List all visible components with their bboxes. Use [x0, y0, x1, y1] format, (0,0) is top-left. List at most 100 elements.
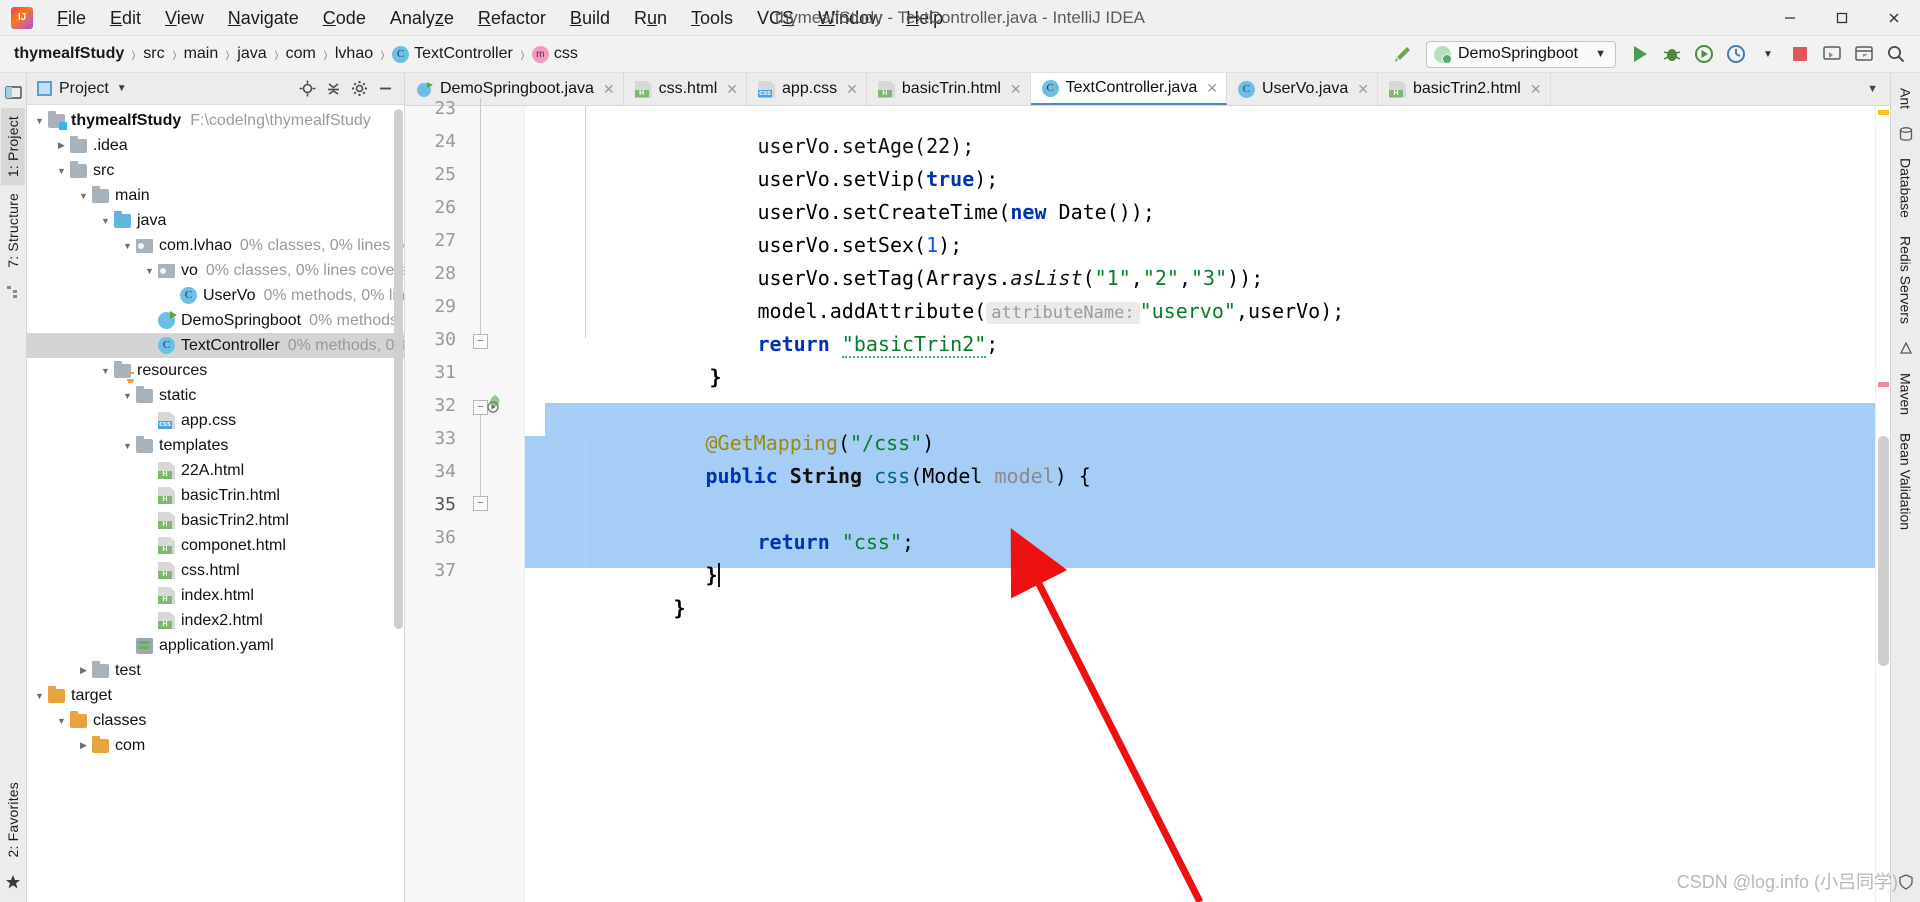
tree-item-main[interactable]: ▼ main	[27, 183, 404, 208]
chevron-down-icon[interactable]: ▼	[33, 116, 46, 126]
chevron-down-icon[interactable]: ▼	[143, 266, 156, 276]
sidebar-tab-project[interactable]: 1: Project	[1, 108, 25, 186]
tree-item-resources[interactable]: ▼ resources	[27, 358, 404, 383]
breadcrumb-item-lvhao[interactable]: lvhao	[335, 45, 373, 63]
editor-tab-css-html[interactable]: H css.html ✕	[623, 73, 748, 105]
close-icon[interactable]: ✕	[846, 81, 858, 98]
sidebar-tab-favorites[interactable]: 2: Favorites	[1, 774, 25, 866]
menu-navigate[interactable]: Navigate	[216, 0, 311, 36]
close-icon[interactable]: ✕	[1010, 81, 1022, 98]
chevron-down-icon[interactable]: ▼	[55, 166, 68, 176]
close-icon[interactable]: ✕	[726, 81, 738, 98]
tree-item-basicTrin2-html[interactable]: H basicTrin2.html	[27, 508, 404, 533]
hammer-icon[interactable]	[1386, 39, 1418, 69]
editor-tab-overflow[interactable]: ▼	[1859, 73, 1890, 105]
open-in-browser-button[interactable]	[1848, 39, 1880, 69]
close-button[interactable]	[1868, 0, 1920, 36]
menu-run[interactable]: Run	[622, 0, 679, 36]
tree-item-TextController[interactable]: C TextController 0% methods, 0%	[27, 333, 404, 358]
breadcrumb-item-java[interactable]: java	[237, 45, 266, 63]
breadcrumb-item-src[interactable]: src	[143, 45, 164, 63]
run-with-coverage-button[interactable]	[1688, 39, 1720, 69]
code-editor[interactable]: 23 24 25 26 27 28 29 30 31 32 33 34 35 3…	[405, 98, 1890, 902]
chevron-down-icon[interactable]: ▼	[121, 241, 134, 251]
tree-item-idea[interactable]: ▶ .idea	[27, 133, 404, 158]
editor-gutter[interactable]: 23 24 25 26 27 28 29 30 31 32 33 34 35 3…	[405, 98, 525, 902]
chevron-down-icon[interactable]: ▼	[99, 366, 112, 376]
sidebar-tab-maven[interactable]: Maven	[1893, 364, 1919, 424]
tree-item-classes[interactable]: ▼ classes	[27, 708, 404, 733]
sidebar-tab-bean-validation[interactable]: Bean Validation	[1893, 424, 1919, 539]
tree-item-target[interactable]: ▼ target	[27, 683, 404, 708]
close-icon[interactable]: ✕	[1357, 81, 1369, 98]
profiler-button[interactable]	[1720, 39, 1752, 69]
tree-item-test[interactable]: ▶ test	[27, 658, 404, 683]
breadcrumb-item-main[interactable]: main	[184, 45, 219, 63]
menu-file[interactable]: File	[45, 0, 98, 36]
breadcrumb-item-method[interactable]: m css	[531, 45, 578, 63]
menu-refactor[interactable]: Refactor	[466, 0, 558, 36]
tree-item-index-html[interactable]: H index.html	[27, 583, 404, 608]
menu-edit[interactable]: Edit	[98, 0, 153, 36]
tree-item-src[interactable]: ▼ src	[27, 158, 404, 183]
chevron-down-icon[interactable]: ▼	[99, 216, 112, 226]
tree-item-UserVo[interactable]: C UserVo 0% methods, 0% lin	[27, 283, 404, 308]
chevron-right-icon[interactable]: ▶	[77, 740, 90, 751]
editor-tab-basicTrin2-html[interactable]: H basicTrin2.html ✕	[1377, 73, 1551, 105]
chevron-down-icon[interactable]: ▼	[121, 391, 134, 401]
editor-scrollbar[interactable]	[1878, 436, 1889, 666]
minimize-button[interactable]	[1764, 0, 1816, 36]
tree-item-css-html[interactable]: H css.html	[27, 558, 404, 583]
menu-code[interactable]: Code	[311, 0, 378, 36]
sidebar-tab-database[interactable]: Database	[1893, 149, 1919, 227]
editor-tab-UserVo[interactable]: C UserVo.java ✕	[1226, 73, 1378, 105]
hide-panel-button[interactable]	[372, 76, 398, 102]
tree-item-java[interactable]: ▼ java	[27, 208, 404, 233]
stop-button[interactable]	[1784, 39, 1816, 69]
tree-item-com[interactable]: ▶ com	[27, 733, 404, 758]
menu-tools[interactable]: Tools	[679, 0, 745, 36]
editor-marker-bar[interactable]	[1875, 106, 1890, 902]
tree-item-app-css[interactable]: css app.css	[27, 408, 404, 433]
editor-tab-basicTrin-html[interactable]: H basicTrin.html ✕	[866, 73, 1031, 105]
menu-build[interactable]: Build	[558, 0, 622, 36]
menu-analyze[interactable]: Analyze	[378, 0, 466, 36]
breadcrumb-item-class[interactable]: C TextController	[392, 45, 513, 63]
chevron-down-icon[interactable]: ▼	[33, 691, 46, 701]
warning-marker[interactable]	[1878, 110, 1889, 115]
profiler-dropdown[interactable]: ▼	[1752, 39, 1784, 69]
editor-tab-TextController[interactable]: C TextController.java ✕	[1030, 73, 1227, 105]
tree-item-22A-html[interactable]: H 22A.html	[27, 458, 404, 483]
run-method-gutter-icon[interactable]	[485, 394, 504, 413]
code-content[interactable]: userVo.setAge(22); userVo.setVip(true); …	[525, 106, 1875, 902]
tree-item-static[interactable]: ▼ static	[27, 383, 404, 408]
tree-item-application-yaml[interactable]: application.yaml	[27, 633, 404, 658]
sidebar-tab-redis-servers[interactable]: Redis Servers	[1893, 227, 1919, 333]
settings-button[interactable]	[346, 76, 372, 102]
menu-window[interactable]: Window	[806, 0, 894, 36]
close-icon[interactable]: ✕	[603, 81, 615, 98]
maximize-button[interactable]	[1816, 0, 1868, 36]
run-button[interactable]	[1624, 39, 1656, 69]
chevron-down-icon[interactable]: ▼	[117, 83, 127, 94]
tree-item-componet-html[interactable]: H componet.html	[27, 533, 404, 558]
run-configuration-selector[interactable]: DemoSpringboot ▼	[1426, 40, 1616, 68]
tree-item-thymealfStudy[interactable]: ▼ thymealfStudy F:\codelng\thymealfStudy	[27, 108, 404, 133]
collapse-all-button[interactable]	[320, 76, 346, 102]
chevron-down-icon[interactable]: ▼	[77, 191, 90, 201]
editor-tab-app-css[interactable]: css app.css ✕	[747, 73, 867, 105]
menu-view[interactable]: View	[153, 0, 216, 36]
close-icon[interactable]: ✕	[1206, 80, 1218, 97]
menu-vcs[interactable]: VCS	[745, 0, 806, 36]
chevron-down-icon[interactable]: ▼	[1859, 83, 1886, 95]
tree-item-DemoSpringboot[interactable]: DemoSpringboot 0% methods	[27, 308, 404, 333]
fold-collapse-icon[interactable]: −	[473, 496, 488, 511]
chevron-down-icon[interactable]: ▼	[55, 716, 68, 726]
change-marker[interactable]	[1878, 382, 1889, 387]
project-tree[interactable]: ▼ thymealfStudy F:\codelng\thymealfStudy…	[27, 105, 404, 902]
sidebar-tab-structure[interactable]: 7: Structure	[1, 185, 25, 276]
search-everywhere-button[interactable]	[1880, 39, 1912, 69]
tree-item-vo[interactable]: ▼ vo 0% classes, 0% lines covered	[27, 258, 404, 283]
chevron-right-icon[interactable]: ▶	[77, 665, 90, 676]
fold-collapse-icon[interactable]: −	[473, 334, 488, 349]
